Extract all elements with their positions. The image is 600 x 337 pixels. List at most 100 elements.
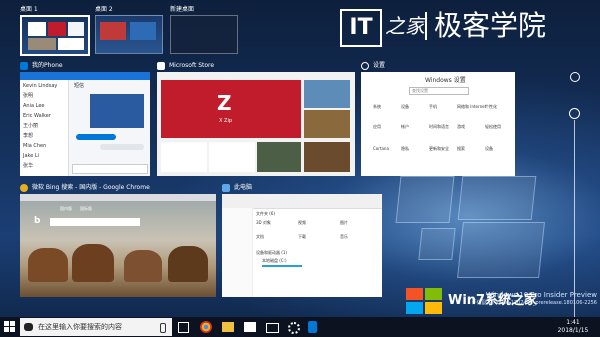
store-taskbar-icon[interactable] [244,322,256,332]
contact-item[interactable]: Kevin Lindsay [23,83,57,89]
gear-icon [361,62,369,70]
settings-item[interactable]: 网络和 Internet [457,104,486,110]
settings-item[interactable]: 搜索 [457,146,465,152]
settings-item[interactable]: 设备 [485,146,493,152]
message-input[interactable] [72,164,148,174]
settings-item[interactable]: 帐户 [401,124,409,130]
cattle-silhouette [28,248,68,282]
window-chrome[interactable]: 微软 Bing 搜索 - 国内版 - Google Chrome b 国内版 国… [20,182,216,297]
window-store[interactable]: Microsoft Store Z X Zip [157,60,355,176]
folder-item[interactable]: 图片 [340,220,348,226]
chat-header: 短信 [74,83,85,89]
store-tile[interactable] [304,80,350,108]
store-tile[interactable] [257,142,301,172]
timeline-icon[interactable] [570,72,580,82]
settings-search-placeholder: 查找设置 [412,88,428,93]
chrome-icon [20,184,28,192]
folder-item[interactable]: 音乐 [340,234,348,240]
microphone-icon[interactable] [160,323,166,333]
folders-section: 文件夹 (6) [256,211,275,216]
store-app-icon [157,62,165,70]
settings-item[interactable]: 游戏 [457,124,465,130]
clock-date: 2018/1/15 [557,327,589,334]
timeline-scrollbar[interactable] [574,120,575,320]
folder-item[interactable]: 视频 [298,220,306,226]
settings-item[interactable]: 系统 [373,104,381,110]
window-phone-title-text: 我的Phone [32,62,63,69]
contact-item[interactable]: Ania Lee [23,103,44,109]
store-tile[interactable] [304,142,350,172]
settings-item[interactable]: 手机 [429,104,437,110]
new-desktop-thumbnail[interactable] [170,15,238,54]
light-pane [395,176,455,223]
taskbar-clock[interactable]: 1:41 2018/1/15 [548,319,598,335]
window-settings-title-text: 设置 [373,62,386,69]
chrome-taskbar-icon[interactable] [200,321,212,333]
mail-icon[interactable] [266,323,279,333]
window-explorer[interactable]: 此电脑 文件夹 (6) 3D 对象 视频 图片 文档 下载 音乐 设备和驱动器 … [222,182,382,297]
desktop-1-label: 桌面 1 [20,6,38,13]
clock-time: 1:41 [566,319,580,326]
contact-item[interactable]: 张明 [23,93,33,99]
window-settings[interactable]: 设置 Windows 设置 查找设置 系统 设备 手机 网络和 Internet… [361,60,515,176]
phone-app-icon [20,62,28,70]
folder-item[interactable]: 文档 [256,234,264,240]
settings-search[interactable]: 查找设置 [409,87,469,95]
window-explorer-title: 此电脑 [222,182,252,194]
window-phone[interactable]: 我的Phone Kevin Lindsay 张明 Ania Lee Eric W… [20,60,150,176]
cattle-silhouette [168,246,208,282]
phone-taskbar-icon[interactable] [308,321,317,333]
desktop-1-thumbnail[interactable] [20,15,90,56]
window-chrome-title: 微软 Bing 搜索 - 国内版 - Google Chrome [20,182,150,194]
settings-item[interactable]: 个性化 [485,104,497,110]
store-tile[interactable] [161,142,207,172]
drive-item[interactable]: 本地磁盘 (C:) [262,258,287,264]
window-explorer-title-text: 此电脑 [234,184,253,191]
settings-item[interactable]: 更新和安全 [429,146,449,152]
window-store-title-text: Microsoft Store [169,62,215,69]
settings-item[interactable]: 隐私 [401,146,409,152]
site-logo: IT 之家 极客学院 [340,6,598,47]
window-settings-title: 设置 [361,60,385,72]
timeline-scroll-knob[interactable] [569,108,580,119]
win7-brand-watermark: Win7系统之家 [448,293,538,308]
window-chrome-title-text: 微软 Bing 搜索 - 国内版 - Google Chrome [32,184,150,191]
contact-item[interactable]: Jake Li [23,153,39,159]
explorer-ribbon [222,194,382,209]
drive-usage-bar [262,265,302,267]
store-tile[interactable] [209,142,255,172]
windows-flag-logo [404,288,444,316]
tab-intl[interactable]: 国际版 [80,206,92,212]
hero-caption: X Zip [219,118,233,124]
desktop-2-label: 桌面 2 [95,6,113,13]
settings-gear-icon[interactable] [288,322,300,334]
window-phone-title: 我的Phone [20,60,63,72]
task-view-icon[interactable] [178,322,189,333]
message-bubble [100,144,144,150]
settings-item[interactable]: Cortana [373,146,389,152]
bing-search-box[interactable] [50,218,140,226]
message-bubble [76,134,116,140]
cattle-silhouette [124,250,162,282]
contact-item[interactable]: 王小丽 [23,123,38,129]
settings-item[interactable]: 时间和语言 [429,124,449,130]
cattle-silhouette [72,244,114,282]
start-button[interactable] [4,321,16,333]
settings-item[interactable]: 应用 [373,124,381,130]
light-pane [418,228,456,260]
folder-item[interactable]: 3D 对象 [256,220,271,226]
contact-item[interactable]: 张华 [23,163,33,169]
tab-cn[interactable]: 国内版 [60,206,72,212]
folder-item[interactable]: 下载 [298,234,306,240]
taskbar-search[interactable]: 在这里输入你要搜索的内容 [20,318,172,336]
contact-item[interactable]: Mia Chen [23,143,46,149]
desktop-2-thumbnail[interactable] [95,15,163,54]
shared-image [90,94,144,128]
store-hero-banner[interactable]: Z X Zip [161,80,301,138]
contact-item[interactable]: Eric Walker [23,113,51,119]
settings-item[interactable]: 设备 [401,104,409,110]
store-tile[interactable] [304,110,350,138]
settings-item[interactable]: 轻松使用 [485,124,501,130]
file-explorer-icon[interactable] [222,322,234,332]
contact-item[interactable]: 李想 [23,133,33,139]
